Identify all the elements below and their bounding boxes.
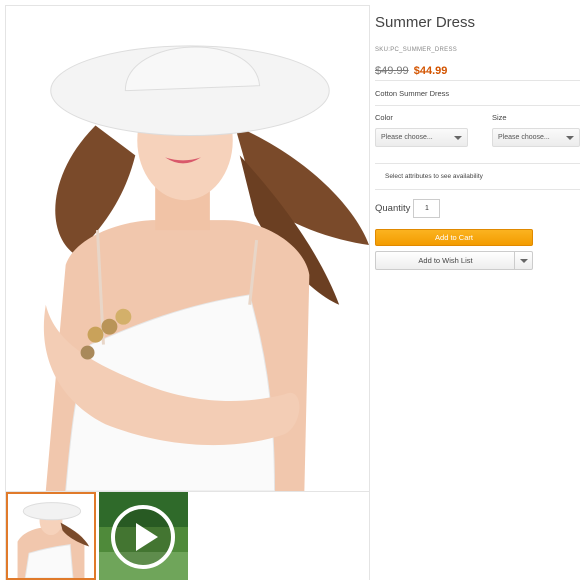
- size-select[interactable]: Please choose...: [492, 128, 580, 147]
- quantity-label: Quantity: [375, 203, 411, 214]
- add-to-wish-list-button[interactable]: Add to Wish List: [375, 251, 533, 270]
- product-photo-illustration: [6, 6, 369, 491]
- wish-list-label: Add to Wish List: [418, 256, 473, 265]
- product-info-panel: Summer Dress SKU:PC_SUMMER_DRESS $49.99 …: [375, 0, 580, 580]
- availability-note: Select attributes to see availability: [385, 173, 483, 180]
- add-to-cart-button[interactable]: Add to Cart: [375, 229, 533, 246]
- color-select[interactable]: Please choose...: [375, 128, 468, 147]
- divider: [375, 163, 580, 164]
- chevron-down-icon: [566, 136, 574, 140]
- main-product-image[interactable]: [5, 5, 370, 492]
- price-row: $49.99 $44.99: [375, 65, 447, 77]
- chevron-down-icon: [454, 136, 462, 140]
- thumbnail-photo[interactable]: [6, 492, 96, 580]
- size-label: Size: [492, 113, 507, 122]
- quantity-input[interactable]: 1: [413, 199, 440, 218]
- divider: [375, 105, 580, 106]
- short-description: Cotton Summer Dress: [375, 89, 450, 98]
- thumbnail-strip: [5, 492, 370, 580]
- thumbnail-video[interactable]: [99, 492, 188, 580]
- product-title: Summer Dress: [375, 14, 476, 31]
- product-sku: SKU:PC_SUMMER_DRESS: [375, 47, 458, 53]
- color-label: Color: [375, 113, 393, 122]
- chevron-down-icon: [520, 259, 528, 263]
- color-select-value: Please choose...: [381, 134, 433, 141]
- size-select-value: Please choose...: [498, 134, 550, 141]
- product-photo-thumbnail-icon: [8, 494, 94, 578]
- sale-price: $44.99: [413, 65, 448, 77]
- video-thumbnail: [99, 492, 188, 580]
- divider: [375, 80, 580, 81]
- old-price: $49.99: [375, 65, 409, 77]
- wish-list-dropdown[interactable]: [514, 252, 532, 269]
- divider: [375, 189, 580, 190]
